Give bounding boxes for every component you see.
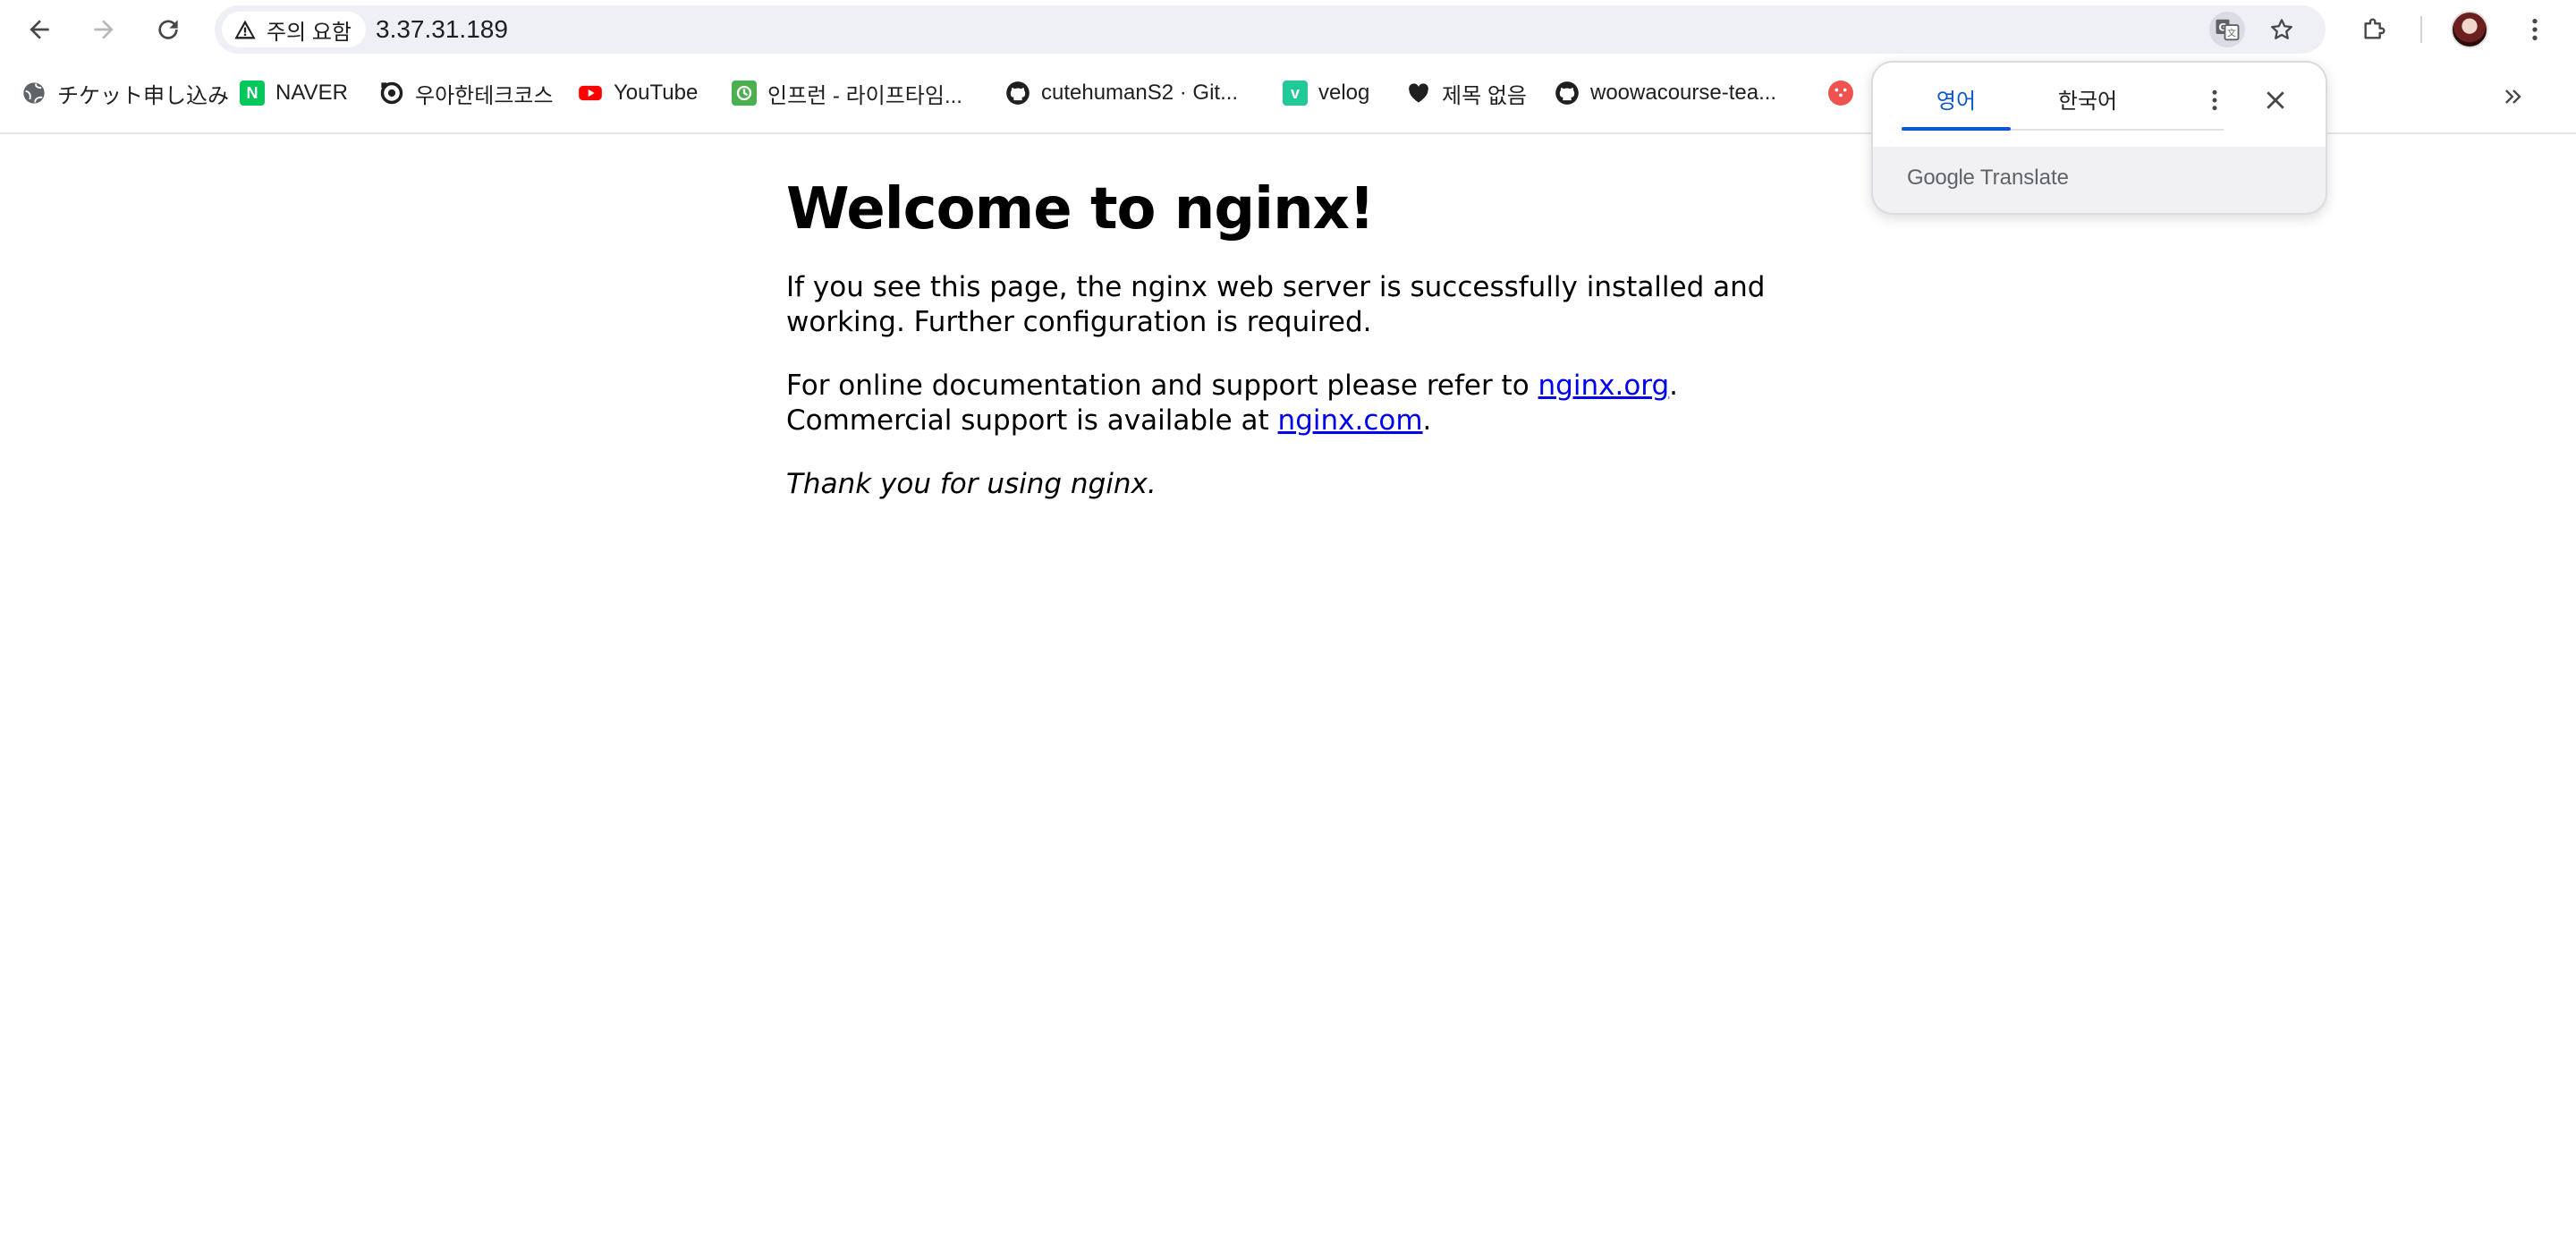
translate-close-button[interactable]: [2256, 81, 2295, 120]
toolbar-divider: [2420, 16, 2422, 43]
github-icon: [1005, 81, 1030, 106]
support-text-prefix: For online documentation and support ple…: [786, 370, 1538, 402]
close-icon: [2267, 91, 2284, 109]
bookmark-label: 제목 없음: [1442, 83, 1527, 108]
app-icon: [1828, 81, 1853, 106]
bookmark-item[interactable]: woowacourse-tea...: [1555, 75, 1776, 111]
more-vertical-icon: [2212, 89, 2217, 111]
arrow-left-icon: [30, 20, 49, 39]
bookmark-label: 우아한테크코스: [415, 83, 554, 108]
thanks-text: Thank you for using nginx.: [786, 468, 1157, 500]
bookmark-item[interactable]: YouTube: [578, 75, 698, 111]
nginx-org-link[interactable]: nginx.org: [1538, 370, 1670, 402]
translate-options-button[interactable]: [2195, 81, 2234, 120]
bookmark-label: NAVER: [275, 81, 348, 105]
bookmark-item[interactable]: v velog: [1283, 75, 1369, 111]
bookmark-item[interactable]: チケット申し込み: [21, 75, 229, 111]
translate-icon: G 文: [2216, 19, 2240, 41]
thanks-paragraph: Thank you for using nginx.: [786, 467, 1770, 502]
star-icon: [2271, 19, 2292, 39]
tab-source-language[interactable]: 영어: [1902, 63, 2011, 134]
nginx-com-link[interactable]: nginx.com: [1278, 404, 1423, 437]
heart-icon: [1406, 81, 1431, 106]
browser-menu-button[interactable]: [2513, 8, 2556, 51]
url-text[interactable]: 3.37.31.189: [376, 5, 508, 54]
naver-icon: N: [240, 81, 265, 106]
extensions-button[interactable]: [2352, 8, 2395, 51]
forward-button[interactable]: [82, 8, 125, 51]
page-title: Welcome to nginx!: [786, 176, 1375, 242]
more-vertical-icon: [2532, 19, 2538, 40]
bookmark-item[interactable]: N NAVER: [240, 75, 348, 111]
bookmark-label: woowacourse-tea...: [1590, 81, 1777, 105]
bookmark-item[interactable]: [1828, 75, 1853, 111]
bookmark-star-button[interactable]: [2264, 12, 2300, 47]
bookmark-label: チケット申し込み: [57, 83, 229, 108]
bookmark-label: cutehumanS2 · Git...: [1041, 81, 1239, 105]
puzzle-icon: [2364, 18, 2385, 39]
woowa-icon: [379, 81, 404, 106]
bookmark-item[interactable]: cutehumanS2 · Git...: [1005, 75, 1238, 111]
translate-page-button[interactable]: G 文: [2209, 12, 2245, 47]
bookmark-item[interactable]: 제목 없음: [1406, 75, 1527, 111]
page-content: Welcome to nginx! If you see this page, …: [786, 166, 1770, 531]
address-bar[interactable]: 주의 요함 3.37.31.189 G 文: [215, 5, 2326, 54]
back-button[interactable]: [18, 8, 61, 51]
bookmark-label: 인프런 - 라이프타임...: [767, 83, 962, 108]
active-tab-indicator: [1902, 127, 2011, 131]
google-wordmark: Google: [1907, 166, 1975, 190]
translate-wordmark: Translate: [1979, 166, 2069, 190]
bookmark-item[interactable]: 우아한테크코스: [379, 75, 554, 111]
bookmark-label: YouTube: [614, 81, 699, 105]
velog-icon: v: [1283, 81, 1308, 106]
google-translate-brand: Google Translate: [1907, 157, 2069, 199]
warning-icon: [234, 20, 256, 39]
support-paragraph: For online documentation and support ple…: [786, 369, 1770, 438]
profile-avatar[interactable]: [2451, 11, 2488, 48]
reload-button[interactable]: [147, 8, 190, 51]
bookmark-item[interactable]: 인프런 - 라이프타임...: [732, 75, 962, 111]
globe-icon: [21, 81, 47, 106]
translate-popup-header: 영어 한국어: [1873, 63, 2326, 147]
bookmarks-overflow-button[interactable]: [2496, 79, 2531, 115]
intro-paragraph: If you see this page, the nginx web serv…: [786, 271, 1766, 338]
inflearn-icon: [732, 81, 757, 106]
tab-target-language[interactable]: 한국어: [2025, 63, 2150, 134]
browser-toolbar: 주의 요함 3.37.31.189 G 文: [0, 0, 2576, 59]
github-icon: [1555, 81, 1580, 106]
security-chip[interactable]: 주의 요함: [222, 12, 366, 47]
youtube-icon: [578, 81, 603, 106]
arrow-right-icon: [94, 20, 114, 39]
chevron-double-right-icon: [2505, 89, 2521, 104]
reload-icon: [158, 20, 178, 39]
security-label: 주의 요함: [267, 20, 352, 45]
bookmark-label: velog: [1318, 81, 1370, 105]
support-text-suffix: .: [1422, 404, 1432, 437]
translate-popup: 영어 한국어 Google Translate: [1871, 61, 2327, 215]
svg-text:文: 文: [2227, 28, 2236, 39]
